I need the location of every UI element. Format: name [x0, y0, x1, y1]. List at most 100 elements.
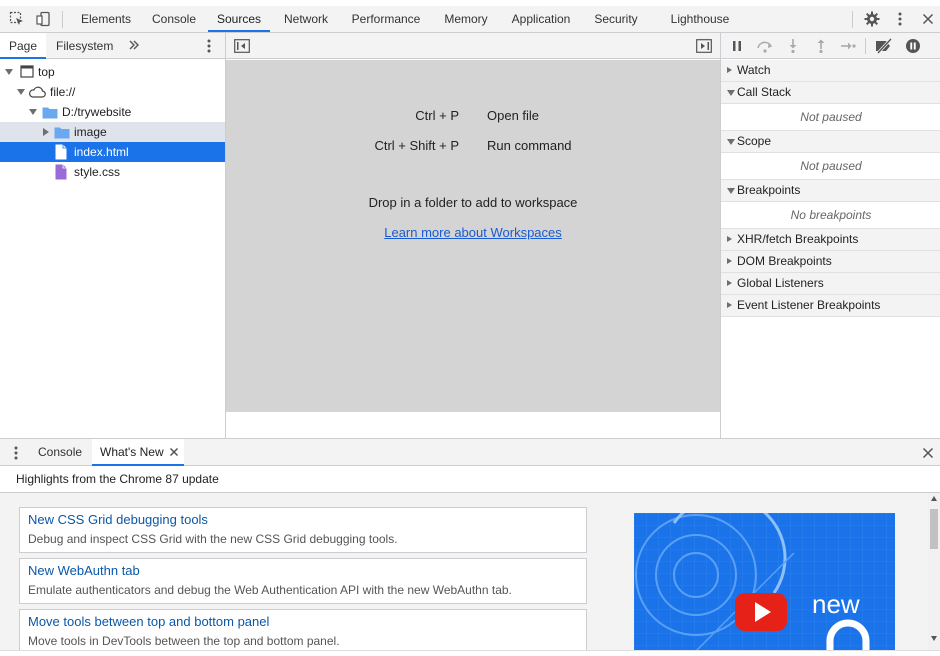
pause-on-exceptions-icon[interactable]: [905, 38, 921, 54]
drawer-tabbar: Console What's New: [0, 438, 940, 466]
shortcut-keys: Ctrl + Shift + P: [374, 138, 459, 153]
tree-item-style-css[interactable]: style.css: [0, 162, 225, 182]
scroll-thumb[interactable]: [930, 509, 938, 549]
toggle-debugger-icon[interactable]: [696, 39, 712, 53]
expand-arrow-icon[interactable]: [727, 236, 732, 242]
expand-arrow-icon[interactable]: [727, 139, 735, 145]
section-watch[interactable]: Watch: [721, 60, 940, 82]
section-label: Call Stack: [737, 85, 792, 99]
section-label: Global Listeners: [737, 276, 824, 290]
expand-arrow-icon[interactable]: [727, 258, 732, 264]
tree-label: style.css: [74, 165, 121, 179]
section-label: Event Listener Breakpoints: [737, 298, 881, 312]
file-navigator: Page Filesystem top file:// D:/trywebsit…: [0, 33, 226, 438]
device-toolbar-icon[interactable]: [32, 6, 54, 32]
toolbar-divider-right: [852, 11, 853, 28]
tab-application[interactable]: Application: [500, 6, 582, 32]
tab-performance[interactable]: Performance: [340, 6, 432, 32]
section-label: Breakpoints: [737, 183, 801, 197]
feature-title[interactable]: New CSS Grid debugging tools: [28, 512, 208, 527]
tab-security[interactable]: Security: [586, 6, 646, 32]
tab-page[interactable]: Page: [0, 33, 46, 59]
section-event-listener-breakpoints[interactable]: Event Listener Breakpoints: [721, 295, 940, 317]
section-scope[interactable]: Scope: [721, 131, 940, 153]
tree-label: top: [38, 65, 55, 79]
expand-arrow-icon[interactable]: [17, 89, 25, 95]
tab-lighthouse[interactable]: Lighthouse: [660, 6, 740, 32]
close-tab-icon[interactable]: [169, 447, 179, 457]
section-label: DOM Breakpoints: [737, 254, 832, 268]
tab-console[interactable]: Console: [142, 6, 206, 32]
tab-elements[interactable]: Elements: [72, 6, 140, 32]
section-call-stack[interactable]: Call Stack: [721, 82, 940, 104]
section-xhr-breakpoints[interactable]: XHR/fetch Breakpoints: [721, 229, 940, 251]
expand-arrow-icon[interactable]: [5, 69, 13, 75]
step-icon[interactable]: [840, 38, 856, 54]
section-label: Watch: [737, 63, 771, 77]
more-vertical-icon[interactable]: [889, 6, 911, 32]
editor-pane: Ctrl + P Open file Ctrl + Shift + P Run …: [226, 33, 720, 438]
expand-arrow-icon[interactable]: [727, 188, 735, 194]
step-into-icon[interactable]: [785, 38, 801, 54]
section-breakpoints[interactable]: Breakpoints: [721, 180, 940, 202]
tree-item-image-folder[interactable]: image: [0, 122, 225, 142]
expand-arrow-icon[interactable]: [29, 109, 37, 115]
debugger-toolbar: [721, 33, 940, 59]
learn-workspaces-link[interactable]: Learn more about Workspaces: [226, 225, 720, 240]
feature-title[interactable]: New WebAuthn tab: [28, 563, 140, 578]
step-out-icon[interactable]: [813, 38, 829, 54]
shortcut-action: Run command: [487, 138, 572, 153]
settings-gear-icon[interactable]: [861, 6, 883, 32]
debugger-toolbar-divider: [865, 38, 866, 54]
call-stack-status: Not paused: [721, 104, 940, 131]
tab-memory[interactable]: Memory: [436, 6, 496, 32]
promo-new-label: new: [812, 589, 860, 619]
section-dom-breakpoints[interactable]: DOM Breakpoints: [721, 251, 940, 273]
feature-card[interactable]: New CSS Grid debugging tools Debug and i…: [19, 507, 587, 553]
debugger-sidebar: Watch Call Stack Not paused Scope Not pa…: [720, 33, 940, 438]
breakpoints-status: No breakpoints: [721, 202, 940, 229]
expand-arrow-icon[interactable]: [727, 90, 735, 96]
tab-network[interactable]: Network: [274, 6, 338, 32]
tree-item-top[interactable]: top: [0, 62, 225, 82]
expand-arrow-icon[interactable]: [43, 128, 49, 136]
tree-label: index.html: [74, 145, 129, 159]
shortcut-action: Open file: [487, 108, 540, 123]
expand-arrow-icon[interactable]: [727, 302, 732, 308]
deactivate-breakpoints-icon[interactable]: [875, 38, 893, 54]
close-drawer-icon[interactable]: [922, 447, 934, 459]
tree-item-folder[interactable]: D:/trywebsite: [0, 102, 225, 122]
editor-placeholder[interactable]: Ctrl + P Open file Ctrl + Shift + P Run …: [226, 60, 720, 412]
drawer-more-icon[interactable]: [14, 446, 18, 460]
scroll-down-arrow-icon[interactable]: [931, 636, 937, 641]
folder-icon: [42, 106, 58, 119]
navigator-more-icon[interactable]: [207, 39, 211, 53]
feature-title[interactable]: Move tools between top and bottom panel: [28, 614, 269, 629]
feature-card[interactable]: New WebAuthn tab Emulate authenticators …: [19, 558, 587, 604]
tree-item-origin[interactable]: file://: [0, 82, 225, 102]
feature-description: Move tools in DevTools between the top a…: [28, 634, 340, 648]
toggle-navigator-icon[interactable]: [234, 39, 250, 53]
section-global-listeners[interactable]: Global Listeners: [721, 273, 940, 295]
drawer-scrollbar[interactable]: [928, 493, 940, 650]
frame-icon: [20, 65, 34, 78]
step-over-icon[interactable]: [756, 38, 772, 54]
pause-icon[interactable]: [729, 38, 745, 54]
expand-arrow-icon[interactable]: [727, 280, 732, 286]
feature-card[interactable]: Move tools between top and bottom panel …: [19, 609, 587, 650]
tree-label: file://: [50, 85, 76, 99]
scroll-up-arrow-icon[interactable]: [931, 496, 937, 501]
tree-item-index-html[interactable]: index.html: [0, 142, 225, 162]
section-label: XHR/fetch Breakpoints: [737, 232, 859, 246]
tab-filesystem[interactable]: Filesystem: [56, 33, 113, 59]
chevron-double-right-icon[interactable]: [128, 39, 140, 51]
close-icon[interactable]: [917, 6, 939, 32]
drawer-tab-console[interactable]: Console: [38, 439, 82, 466]
inspect-element-icon[interactable]: [6, 6, 28, 32]
css-file-icon: [55, 164, 67, 180]
chrome-update-video-thumbnail[interactable]: new: [634, 513, 895, 650]
whats-new-heading: Highlights from the Chrome 87 update: [0, 466, 940, 493]
expand-arrow-icon[interactable]: [727, 67, 732, 73]
tab-sources[interactable]: Sources: [208, 6, 270, 32]
promo-graphic: [634, 513, 895, 650]
